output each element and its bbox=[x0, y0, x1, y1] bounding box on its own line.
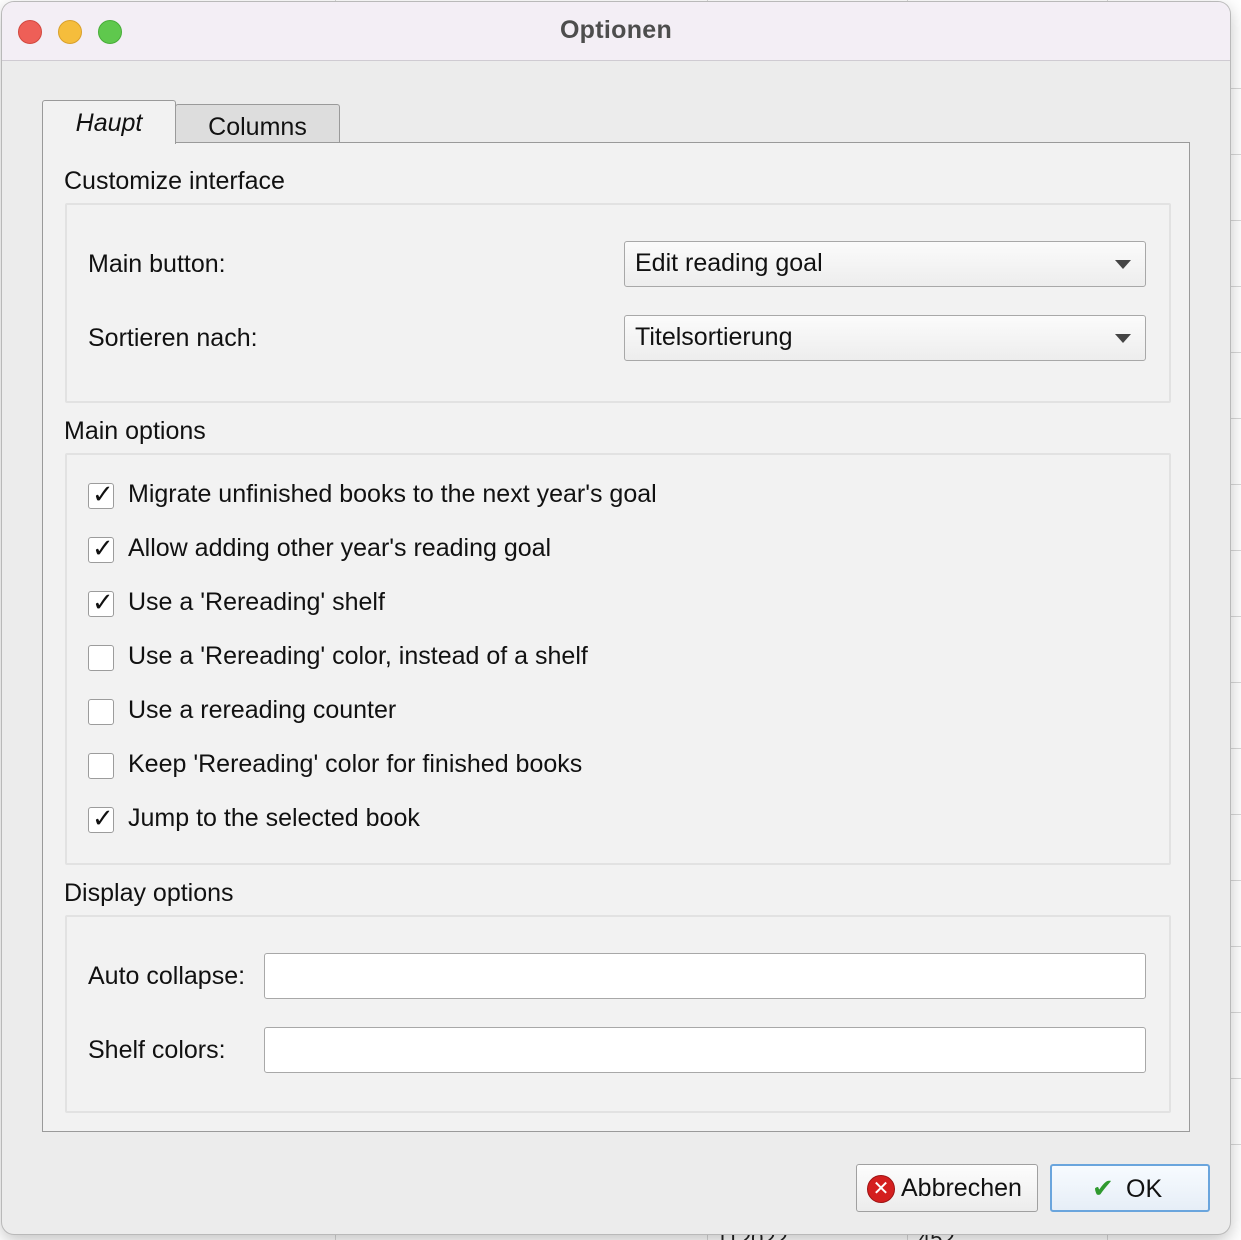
shelf-colors-label: Shelf colors: bbox=[88, 1036, 226, 1064]
checkbox[interactable] bbox=[88, 753, 114, 779]
sort-by-label: Sortieren nach: bbox=[88, 324, 258, 352]
checkmark-icon: ✓ bbox=[92, 588, 114, 618]
cancel-x-icon: ✕ bbox=[867, 1175, 895, 1203]
customize-interface-heading: Customize interface bbox=[64, 167, 285, 195]
shelf-colors-input[interactable] bbox=[264, 1027, 1146, 1073]
option-label: Allow adding other year's reading goal bbox=[128, 534, 552, 562]
option-label: Migrate unfinished books to the next yea… bbox=[128, 480, 657, 508]
checkbox[interactable]: ✓ bbox=[88, 534, 114, 564]
dropdown-arrow-icon bbox=[1115, 260, 1131, 269]
display-options-group: Auto collapse: Shelf colors: bbox=[65, 915, 1171, 1113]
display-options-heading: Display options bbox=[64, 879, 234, 907]
auto-collapse-label: Auto collapse: bbox=[88, 962, 246, 990]
tab-haupt[interactable]: Haupt bbox=[42, 100, 176, 144]
cancel-button-label: Abbrechen bbox=[901, 1174, 1022, 1202]
checkmark-icon: ✓ bbox=[92, 534, 114, 564]
option-label: Use a 'Rereading' shelf bbox=[128, 588, 385, 616]
main-button-select[interactable]: Edit reading goal bbox=[624, 241, 1146, 287]
sort-by-select[interactable]: Titelsortierung bbox=[624, 315, 1146, 361]
option-label: Use a 'Rereading' color, instead of a sh… bbox=[128, 642, 588, 670]
checkmark-icon: ✓ bbox=[92, 804, 114, 834]
main-button-label: Main button: bbox=[88, 250, 226, 278]
window-title: Optionen bbox=[559, 16, 673, 44]
options-dialog: Optionen Haupt Columns Customize interfa… bbox=[2, 2, 1230, 1234]
dropdown-arrow-icon bbox=[1115, 334, 1131, 343]
checkbox[interactable]: ✓ bbox=[88, 480, 114, 510]
checkmark-icon: ✔ bbox=[1092, 1174, 1114, 1204]
ok-button-label: OK bbox=[1126, 1175, 1163, 1203]
tab-panel-haupt: Customize interface Main button: Edit re… bbox=[42, 142, 1190, 1132]
checkbox[interactable]: ✓ bbox=[88, 804, 114, 834]
tab-columns[interactable]: Columns bbox=[175, 104, 340, 144]
option-label: Keep 'Rereading' color for finished book… bbox=[128, 750, 583, 778]
ok-button[interactable]: ✔ OK bbox=[1050, 1164, 1210, 1212]
checkbox[interactable] bbox=[88, 699, 114, 725]
main-button-select-value: Edit reading goal bbox=[635, 249, 823, 277]
customize-interface-group: Main button: Edit reading goal Sortieren… bbox=[65, 203, 1171, 403]
title-bar[interactable]: Optionen bbox=[2, 2, 1230, 61]
sort-by-select-value: Titelsortierung bbox=[635, 323, 793, 351]
option-label: Jump to the selected book bbox=[128, 804, 420, 832]
cancel-button[interactable]: ✕ Abbrechen bbox=[856, 1164, 1038, 1212]
option-label: Use a rereading counter bbox=[128, 696, 397, 724]
checkbox[interactable] bbox=[88, 645, 114, 671]
auto-collapse-input[interactable] bbox=[264, 953, 1146, 999]
main-options-heading: Main options bbox=[64, 417, 206, 445]
checkmark-icon: ✓ bbox=[92, 480, 114, 510]
checkbox[interactable]: ✓ bbox=[88, 588, 114, 618]
